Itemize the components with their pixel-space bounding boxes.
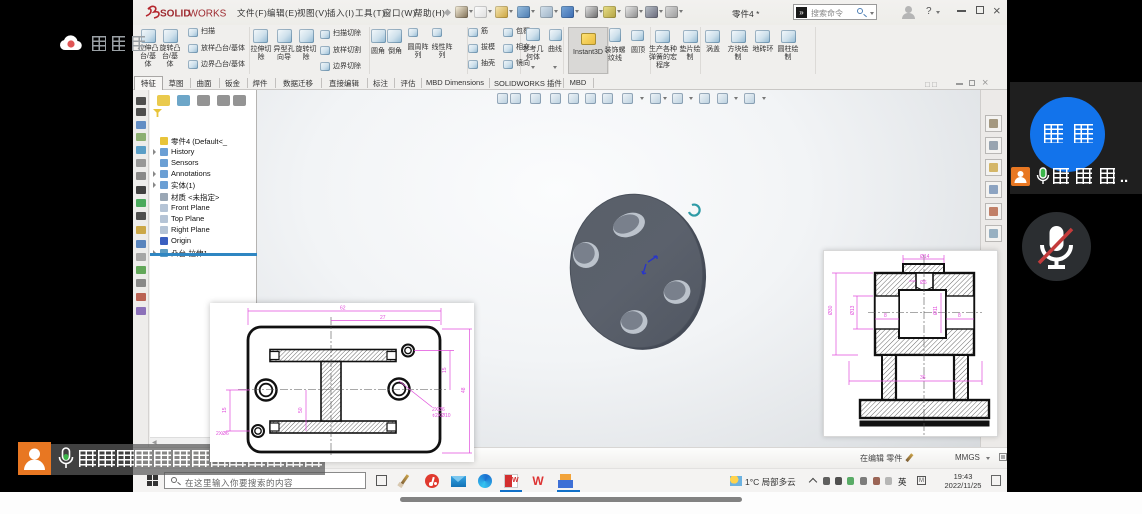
svg-text:SOLID: SOLID — [160, 9, 191, 20]
svg-text:8: 8 — [884, 313, 887, 319]
svg-text:⌽2XØ10: ⌽2XØ10 — [432, 413, 451, 419]
svg-text:Ø13: Ø13 — [850, 305, 856, 315]
svg-text:2XØ6: 2XØ6 — [216, 431, 229, 437]
svg-text:Ø11: Ø11 — [933, 306, 939, 315]
svg-text:15: 15 — [222, 407, 228, 413]
svg-text:36: 36 — [920, 375, 926, 381]
svg-text:15: 15 — [442, 367, 448, 373]
svg-text:Ø14: Ø14 — [920, 254, 930, 260]
svg-text:8: 8 — [958, 313, 961, 319]
svg-text:48: 48 — [461, 387, 467, 393]
svg-text:50: 50 — [298, 407, 304, 413]
svg-text:Ø30: Ø30 — [828, 305, 834, 315]
svg-text:WORKS: WORKS — [189, 9, 227, 20]
svg-text:27: 27 — [380, 315, 386, 321]
svg-text:62: 62 — [340, 306, 346, 312]
svg-text:Ø6: Ø6 — [920, 280, 927, 286]
